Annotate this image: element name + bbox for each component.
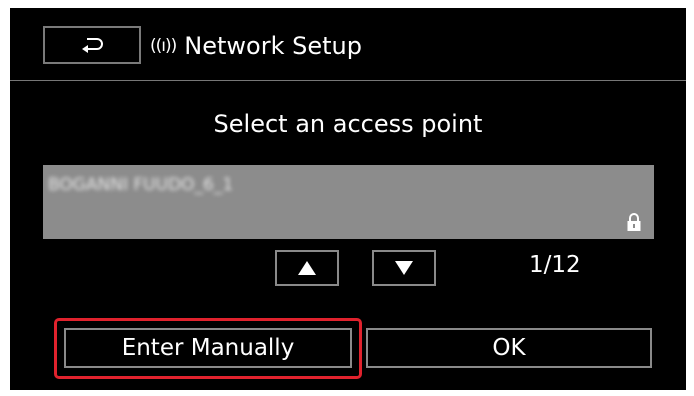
header: ((ı)) Network Setup <box>150 28 362 64</box>
wifi-signal-icon: ((ı)) <box>150 36 177 56</box>
access-point-item[interactable]: BOGANNI FUUDO_6_1 <box>43 165 654 239</box>
back-button[interactable] <box>43 26 141 64</box>
access-point-name: BOGANNI FUUDO_6_1 <box>48 175 234 195</box>
instruction-text: Select an access point <box>213 110 483 138</box>
page-indicator: 1/12 <box>529 252 581 278</box>
triangle-up-icon <box>298 261 316 275</box>
ok-button[interactable]: OK <box>366 328 652 368</box>
scroll-down-button[interactable] <box>372 250 436 286</box>
return-arrow-icon <box>82 38 103 53</box>
triangle-down-icon <box>395 261 413 275</box>
enter-manually-button[interactable]: Enter Manually <box>64 328 352 368</box>
header-divider <box>10 80 686 81</box>
scroll-up-button[interactable] <box>275 250 339 286</box>
lock-icon <box>627 213 641 231</box>
page-title: Network Setup <box>184 32 362 60</box>
camera-screen: ((ı)) Network Setup Select an access poi… <box>10 8 686 390</box>
